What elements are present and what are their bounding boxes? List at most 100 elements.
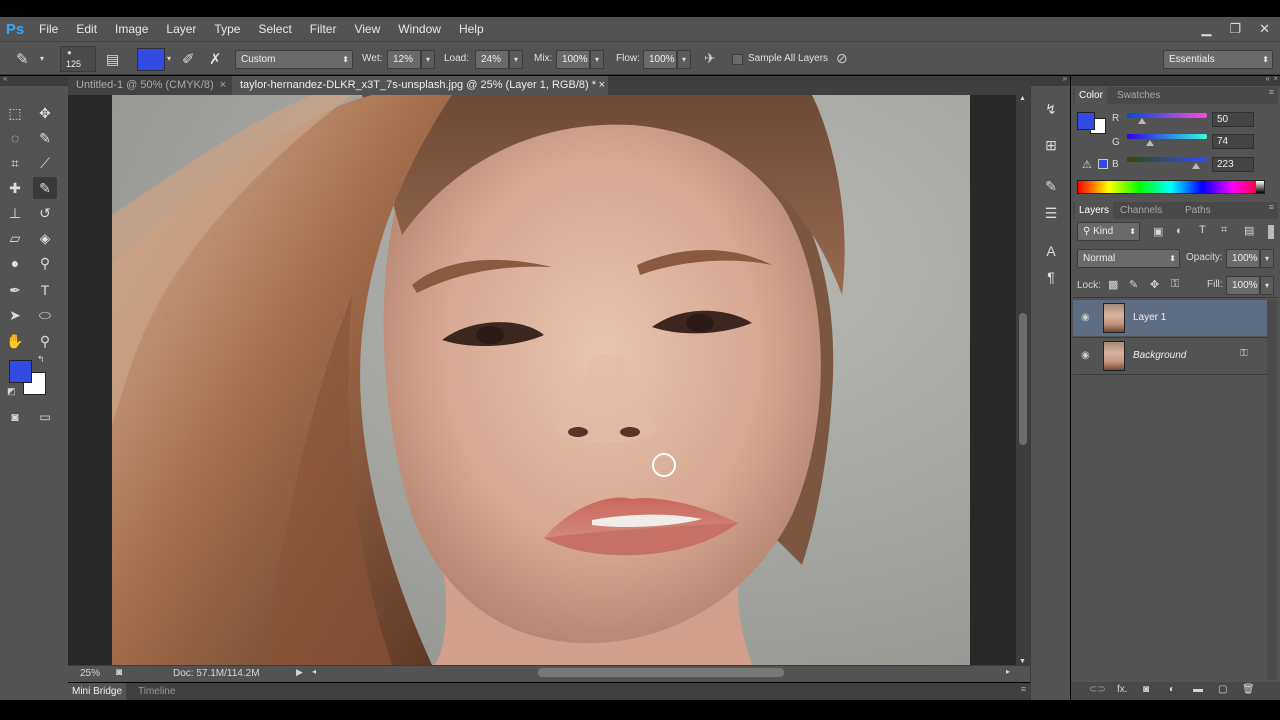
menu-layer[interactable]: Layer — [157, 22, 205, 36]
type-tool-icon[interactable]: T — [33, 279, 57, 301]
wet-field[interactable]: 12% — [387, 50, 421, 69]
menu-view[interactable]: View — [345, 22, 389, 36]
tab-paths[interactable]: Paths — [1181, 202, 1215, 219]
filter-adjustment-icon[interactable]: ◐ — [1176, 225, 1183, 237]
filter-type-icon[interactable]: T — [1199, 224, 1206, 236]
visibility-eye-icon[interactable]: ◉ — [1081, 312, 1090, 323]
blur-tool-icon[interactable]: ● — [3, 252, 27, 274]
quick-mask-icon[interactable]: ◙ — [3, 406, 27, 428]
minimize-button[interactable]: ▁ — [1201, 21, 1211, 37]
history-panel-icon[interactable]: ↯ — [1042, 100, 1060, 118]
lock-transparent-icon[interactable]: ▩ — [1108, 278, 1118, 291]
menu-filter[interactable]: Filter — [301, 22, 346, 36]
tab-channels[interactable]: Channels — [1116, 202, 1166, 219]
filter-pixel-icon[interactable]: ▣ — [1153, 225, 1163, 238]
add-mask-icon[interactable]: ◙ — [1143, 684, 1149, 695]
path-selection-tool-icon[interactable]: ➤ — [3, 304, 27, 326]
fill-dropdown-icon[interactable]: ▾ — [1260, 276, 1274, 295]
load-brush-icon[interactable]: ✐ — [182, 50, 195, 68]
layer-row-background[interactable]: ◉ Background ⚿ — [1073, 338, 1267, 374]
history-brush-tool-icon[interactable]: ↺ — [33, 202, 57, 224]
blend-mode-select[interactable]: Normal ⬍ — [1077, 249, 1180, 268]
pressure-size-icon[interactable]: ⊘ — [836, 50, 848, 67]
load-swatch-dropdown-icon[interactable]: ▾ — [167, 54, 171, 63]
airbrush-icon[interactable]: ✈ — [704, 50, 716, 67]
menu-help[interactable]: Help — [450, 22, 493, 36]
tab-close-icon[interactable]: × — [220, 76, 226, 95]
right-panels-collapse-bar[interactable]: « × — [1071, 74, 1280, 86]
color-spectrum-ramp[interactable] — [1077, 180, 1265, 194]
character-panel-icon[interactable]: A — [1042, 242, 1060, 260]
eyedropper-tool-icon[interactable]: ⟋ — [33, 152, 57, 174]
brush-panel-icon[interactable]: ▤ — [106, 51, 119, 68]
mix-field[interactable]: 100% — [556, 50, 590, 69]
opacity-field[interactable]: 100% — [1226, 249, 1260, 268]
tools-panel-collapse-bar[interactable]: « — [0, 74, 68, 86]
clean-brush-icon[interactable]: ✗ — [209, 50, 222, 68]
load-dropdown-icon[interactable]: ▾ — [509, 50, 523, 69]
dock-collapse-bar[interactable]: » — [1030, 74, 1070, 86]
link-layers-icon[interactable]: ⊂⊃ — [1089, 684, 1106, 695]
panel-menu-icon[interactable]: ≡ — [1269, 202, 1274, 212]
layer-name[interactable]: Layer 1 — [1133, 312, 1166, 323]
filter-toggle[interactable] — [1268, 225, 1274, 239]
filter-smart-object-icon[interactable]: ▤ — [1244, 224, 1254, 237]
g-value[interactable]: 74 — [1212, 134, 1254, 149]
swap-colors-icon[interactable]: ↰ — [37, 354, 45, 365]
new-group-icon[interactable]: ▬ — [1193, 684, 1203, 695]
quick-selection-tool-icon[interactable]: ✎ — [33, 127, 57, 149]
layer-row-layer-1[interactable]: ◉ Layer 1 — [1073, 300, 1267, 336]
scroll-right-icon[interactable]: ▸ — [1006, 667, 1010, 676]
filter-shape-icon[interactable]: ⌗ — [1221, 224, 1227, 237]
properties-panel-icon[interactable]: ⊞ — [1042, 136, 1060, 154]
b-slider-thumb[interactable] — [1192, 163, 1200, 169]
menu-file[interactable]: File — [30, 22, 67, 36]
close-panel-icon[interactable]: × — [1273, 74, 1278, 83]
g-slider[interactable] — [1127, 134, 1207, 139]
web-safe-swatch[interactable] — [1098, 159, 1108, 169]
current-brush-load-swatch[interactable] — [137, 48, 165, 71]
opacity-dropdown-icon[interactable]: ▾ — [1260, 249, 1274, 268]
horizontal-scroll-thumb[interactable] — [538, 668, 784, 677]
panel-menu-icon[interactable]: ≡ — [1021, 684, 1026, 694]
flow-dropdown-icon[interactable]: ▾ — [677, 50, 691, 69]
blending-preset-select[interactable]: Custom ⬍ — [235, 50, 353, 69]
collapse-arrows-icon[interactable]: « — [3, 74, 7, 83]
foreground-color-swatch[interactable] — [9, 360, 32, 383]
canvas-area[interactable] — [68, 95, 1016, 665]
delete-layer-icon[interactable]: 🗑 — [1242, 684, 1255, 695]
pen-tool-icon[interactable]: ✒ — [3, 279, 27, 301]
layer-filter-select[interactable]: ⚲ Kind ⬍ — [1077, 222, 1140, 241]
zoom-tool-icon[interactable]: ⚲ — [33, 330, 57, 352]
scroll-up-icon[interactable]: ▲ — [1019, 95, 1026, 102]
paint-bucket-tool-icon[interactable]: ◈ — [33, 227, 57, 249]
workspace-switcher[interactable]: Essentials ⬍ — [1163, 50, 1273, 69]
scroll-left-icon[interactable]: ◂ — [312, 667, 316, 676]
scroll-down-icon[interactable]: ▼ — [1019, 658, 1026, 665]
panel-menu-icon[interactable]: ≡ — [1269, 87, 1274, 97]
tab-untitled-1[interactable]: Untitled-1 @ 50% (CMYK/8) × — [68, 76, 232, 95]
portrait-photo[interactable] — [112, 95, 970, 665]
hand-tool-icon[interactable]: ✋ — [3, 330, 27, 352]
black-white-ramp[interactable] — [1256, 181, 1264, 193]
r-slider-thumb[interactable] — [1138, 118, 1146, 124]
mixer-brush-tool-icon[interactable]: ✎ — [16, 50, 29, 68]
sample-all-layers-checkbox[interactable] — [732, 54, 743, 65]
menu-edit[interactable]: Edit — [67, 22, 106, 36]
menu-image[interactable]: Image — [106, 22, 157, 36]
screen-mode-icon[interactable]: ▭ — [33, 406, 57, 428]
new-adjustment-layer-icon[interactable]: ◐ — [1169, 684, 1175, 695]
lock-position-icon[interactable]: ✥ — [1150, 278, 1159, 291]
wet-dropdown-icon[interactable]: ▾ — [421, 50, 435, 69]
new-layer-icon[interactable]: ▢ — [1218, 684, 1227, 695]
brush-preset-picker[interactable]: ● 125 — [60, 46, 96, 72]
color-foreground-swatch[interactable] — [1077, 112, 1095, 130]
ellipse-tool-icon[interactable]: ⬭ — [33, 304, 57, 326]
paragraph-panel-icon[interactable]: ¶ — [1042, 268, 1060, 286]
menu-window[interactable]: Window — [389, 22, 450, 36]
collapse-arrows-icon[interactable]: « — [1266, 74, 1270, 83]
tab-close-icon[interactable]: × — [599, 76, 605, 95]
layers-scrollbar[interactable] — [1267, 300, 1277, 680]
zoom-level[interactable]: 25% — [80, 668, 100, 679]
crop-tool-icon[interactable]: ⌗ — [3, 152, 27, 174]
